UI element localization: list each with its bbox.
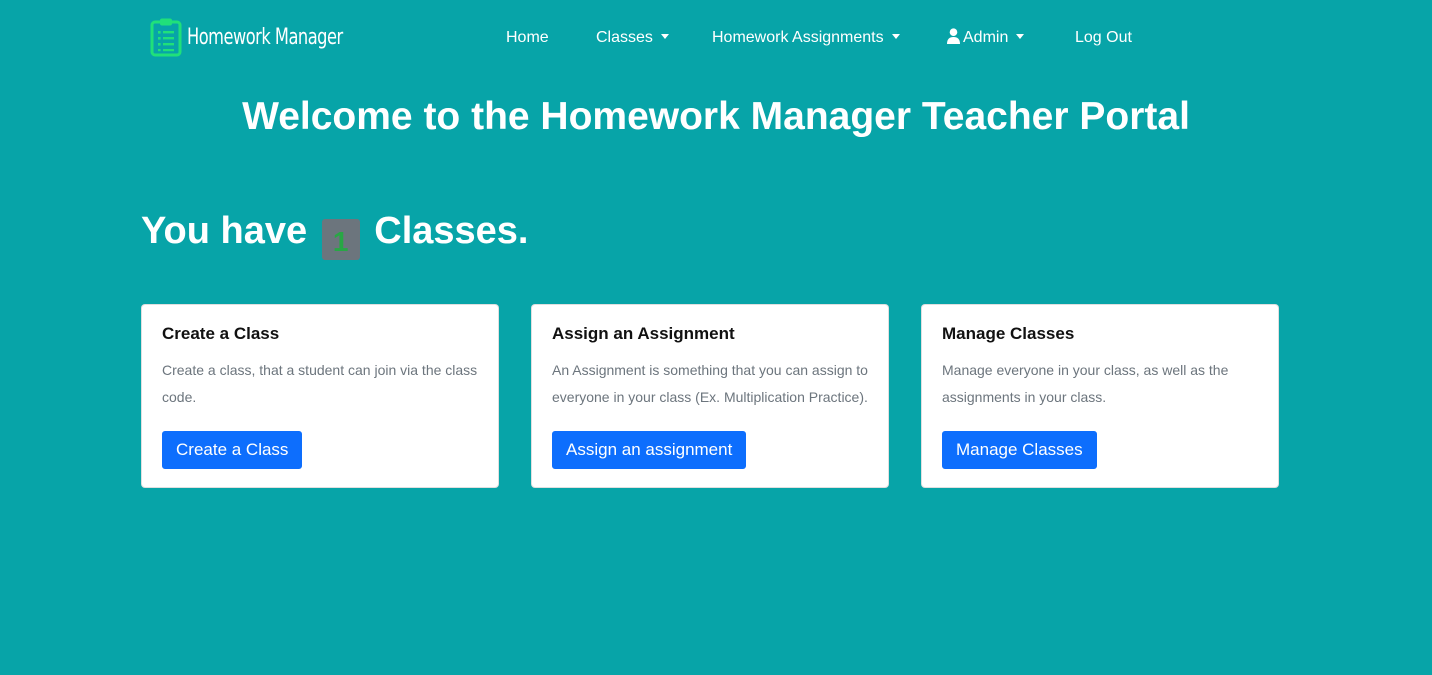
page-title: Welcome to the Homework Manager Teacher … — [242, 95, 1190, 138]
nav-admin-dropdown[interactable]: Admin — [947, 26, 1025, 50]
card-text: Manage everyone in your class, as well a… — [942, 362, 1229, 405]
nav-admin-label: Admin — [963, 29, 1009, 46]
navbar: Homework Manager Home Classes Homework A… — [0, 0, 1432, 76]
card-manage-classes: Manage Classes Manage everyone in your c… — [921, 304, 1279, 488]
nav-logout-label: Log Out — [1075, 29, 1132, 46]
caret-down-icon — [1016, 34, 1025, 40]
caret-down-icon — [891, 34, 900, 40]
nav-classes-label: Classes — [596, 29, 653, 46]
card-assign-assignment: Assign an Assignment An Assignment is so… — [531, 304, 889, 488]
nav-homework-assignments-label: Homework Assignments — [712, 29, 884, 46]
nav-homework-assignments-dropdown[interactable]: Homework Assignments — [712, 26, 900, 50]
card-title: Manage Classes — [942, 324, 1075, 343]
nav-home-label: Home — [506, 29, 549, 46]
card-text: Create a class, that a student can join … — [162, 362, 478, 405]
card-title: Create a Class — [162, 324, 280, 343]
assign-assignment-button[interactable]: Assign an assignment — [552, 431, 747, 469]
user-icon — [947, 28, 960, 44]
class-count-heading: You have 1 Classes. — [141, 206, 528, 260]
class-count-badge: 1 — [321, 219, 360, 260]
class-count-suffix: Classes. — [374, 210, 529, 252]
nav-links: Home Classes Homework Assignments Admin … — [0, 26, 1432, 50]
nav-home[interactable]: Home — [506, 26, 549, 50]
nav-logout[interactable]: Log Out — [1075, 26, 1132, 50]
manage-classes-button[interactable]: Manage Classes — [942, 431, 1097, 469]
class-count-prefix: You have — [141, 210, 308, 252]
caret-down-icon — [660, 34, 669, 40]
card-create-class: Create a Class Create a class, that a st… — [141, 304, 499, 488]
card-title: Assign an Assignment — [552, 324, 735, 343]
nav-classes-dropdown[interactable]: Classes — [596, 26, 669, 50]
card-text: An Assignment is something that you can … — [552, 362, 868, 405]
create-class-button[interactable]: Create a Class — [162, 431, 303, 469]
